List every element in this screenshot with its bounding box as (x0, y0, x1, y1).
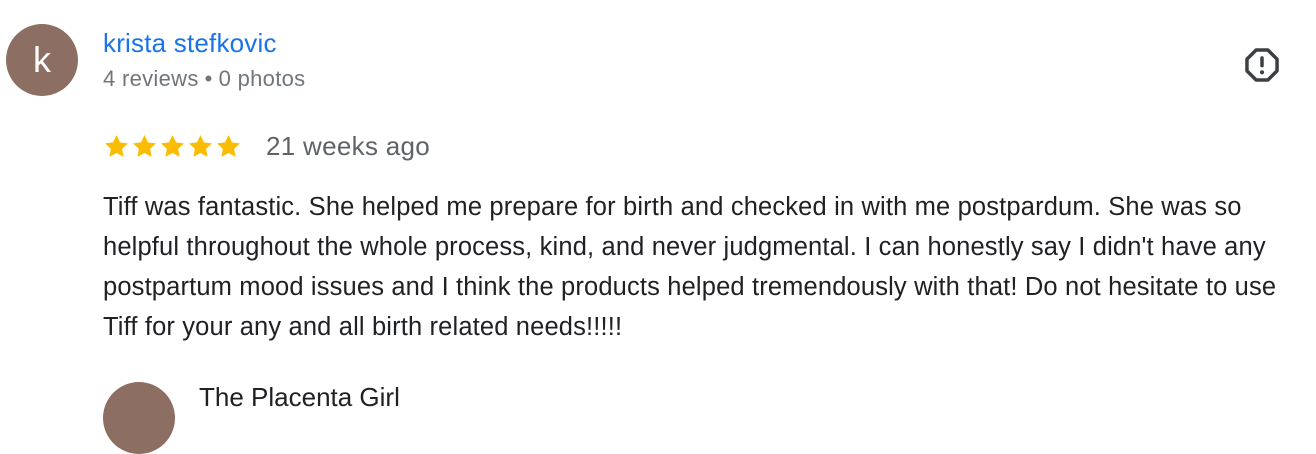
review-date: 21 weeks ago (266, 130, 431, 161)
review-card: k krista stefkovic 4 reviews • 0 photos 21… (0, 0, 1316, 454)
report-flag-icon (1245, 48, 1279, 82)
review-text: Tiff was fantastic. She helped me prepar… (103, 193, 1277, 341)
author-avatar[interactable]: k (6, 24, 78, 96)
photos-count: 0 photos (218, 66, 306, 91)
owner-name: The Placenta Girl (199, 382, 400, 412)
star-icon (133, 134, 156, 157)
rating-row: 21 weeks ago (103, 128, 430, 164)
avatar-initial: k (33, 39, 51, 80)
star-icon (105, 134, 128, 157)
meta-separator: • (204, 66, 213, 91)
owner-avatar (103, 382, 175, 454)
star-icon (217, 134, 240, 157)
author-meta: 4 reviews • 0 photos (103, 66, 305, 92)
star-icon (189, 134, 212, 157)
report-review-button[interactable] (1240, 43, 1284, 87)
star-rating (103, 133, 242, 160)
star-icon (161, 134, 184, 157)
reviews-count: 4 reviews (103, 66, 199, 91)
author-name-link[interactable]: krista stefkovic (103, 28, 277, 59)
